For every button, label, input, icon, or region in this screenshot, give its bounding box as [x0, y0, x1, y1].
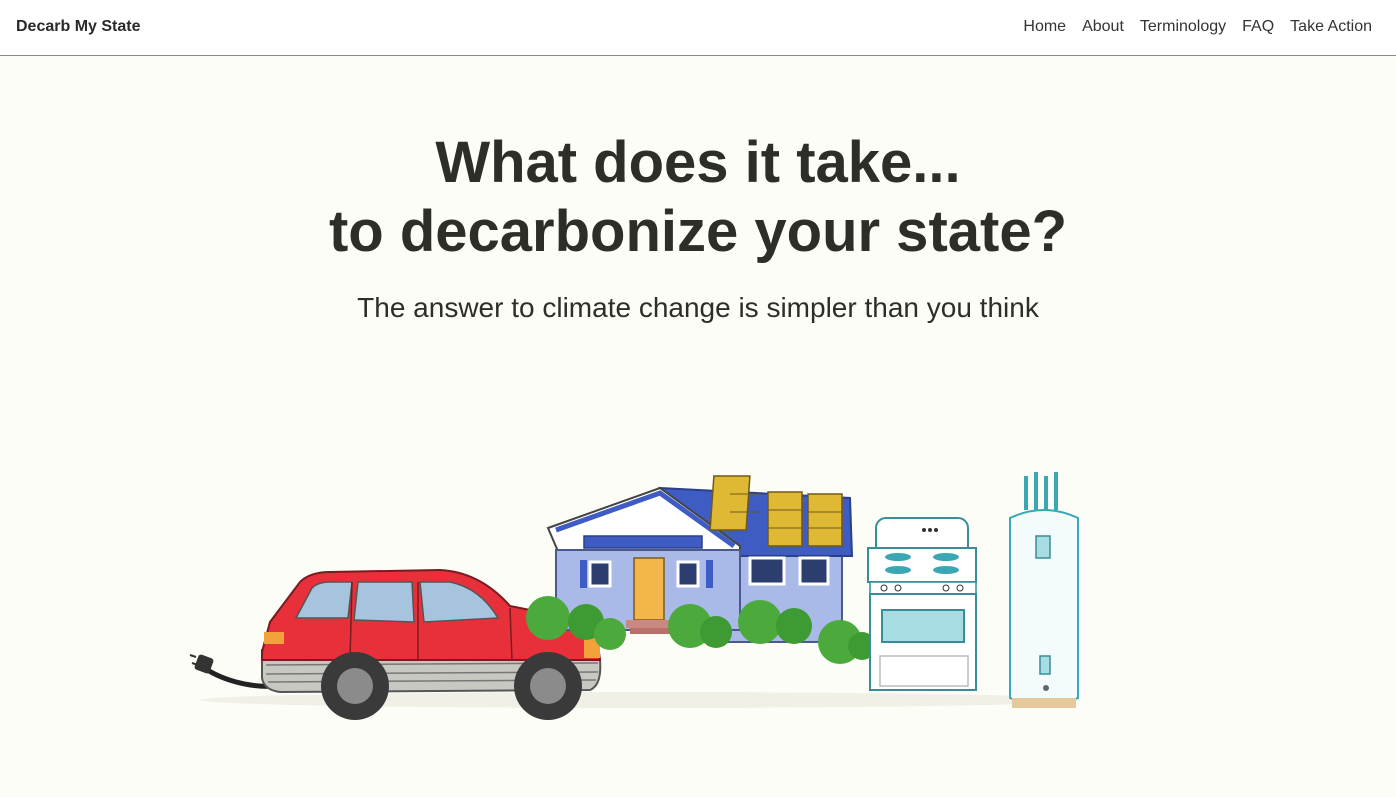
heat-pump-water-heater-icon [1009, 472, 1079, 708]
nav-link-faq[interactable]: FAQ [1242, 18, 1274, 36]
nav-link-home[interactable]: Home [1023, 18, 1066, 36]
nav-link-terminology[interactable]: Terminology [1140, 18, 1226, 36]
nav-link-about[interactable]: About [1082, 18, 1124, 36]
hero-title: What does it take... to decarbonize your… [0, 128, 1396, 266]
nav-links: Home About Terminology FAQ Take Action [1023, 18, 1372, 36]
house-with-solar-icon [526, 475, 876, 664]
hero-title-line1: What does it take... [435, 130, 961, 195]
decarbonization-illustration [189, 472, 1080, 720]
brand-link[interactable]: Decarb My State [16, 18, 141, 36]
navbar: Decarb My State Home About Terminology F… [0, 0, 1396, 56]
nav-link-take-action[interactable]: Take Action [1290, 18, 1372, 36]
hero-title-line2: to decarbonize your state? [328, 199, 1068, 264]
hero-subtitle: The answer to climate change is simpler … [357, 292, 1039, 323]
electric-stove-icon [867, 517, 977, 691]
